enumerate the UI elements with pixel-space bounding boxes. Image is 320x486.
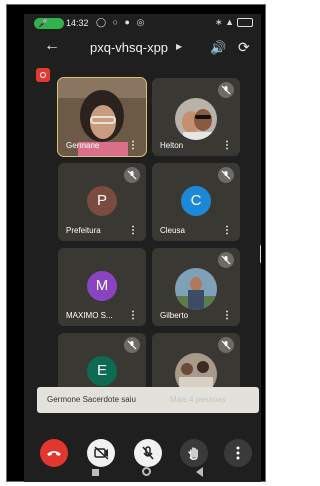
more-vert-icon[interactable]: ⋮ — [128, 225, 138, 236]
home-icon[interactable] — [142, 467, 151, 476]
status-bar: 🎤 14:32 ◯ ○ ● ◎ ∗ ▲ — [24, 14, 261, 34]
avatar: C — [181, 186, 211, 216]
camera-off-icon — [94, 446, 109, 460]
camera-toggle-button[interactable] — [87, 439, 115, 467]
avatar: E — [87, 356, 117, 386]
participant-photo — [175, 268, 217, 310]
mic-toggle-button[interactable] — [134, 439, 162, 467]
participant-tile[interactable]: C Cleusa ⋮ — [152, 163, 240, 241]
status-time: 14:32 — [66, 18, 89, 28]
chevron-right-icon[interactable]: ▶ — [176, 42, 182, 51]
more-vert-icon[interactable]: ⋮ — [128, 310, 138, 321]
participant-tile[interactable]: P Prefeitura ⋮ — [58, 163, 146, 241]
hand-icon — [188, 447, 198, 461]
raise-hand-button[interactable] — [180, 439, 208, 467]
record-icon — [36, 68, 50, 82]
participant-name: Cleusa — [160, 226, 185, 235]
android-nav-bar — [24, 466, 261, 482]
recent-apps-icon[interactable] — [92, 469, 99, 476]
mic-off-icon — [218, 167, 234, 183]
participant-tile[interactable]: M MAXIMO S... ⋮ — [58, 248, 146, 326]
more-vert-icon[interactable]: ⋮ — [222, 225, 232, 236]
hangup-button[interactable] — [40, 439, 68, 467]
notification-icons: ◯ ○ ● ◎ — [96, 17, 147, 27]
mic-off-icon — [124, 337, 140, 353]
back-arrow-icon[interactable]: ← — [44, 37, 60, 55]
participant-tile[interactable]: Helton ⋮ — [152, 78, 240, 156]
call-header: ← pxq-vhsq-xpp ▶ 🔊 ⟳ — [24, 36, 261, 62]
mic-off-icon — [218, 252, 234, 268]
participant-tile[interactable]: Germane ⋮ — [57, 77, 147, 157]
participant-photo — [175, 98, 217, 140]
battery-icon — [237, 18, 253, 28]
more-vert-icon[interactable]: ⋮ — [222, 310, 232, 321]
mic-off-icon — [124, 167, 140, 183]
more-options-button[interactable] — [224, 439, 252, 467]
mic-off-icon — [218, 337, 234, 353]
avatar: P — [87, 186, 117, 216]
mic-off-icon — [218, 82, 234, 98]
participant-name: MAXIMO S... — [66, 311, 113, 320]
camera-switch-icon[interactable]: ⟳ — [238, 39, 250, 56]
mic-icon: 🎤 — [38, 19, 48, 28]
system-icons: ∗ ▲ — [215, 17, 253, 28]
snackbar-message: Germone Sacerdote saiu — [47, 395, 136, 404]
more-vert-icon — [236, 446, 240, 460]
participant-name: Germane — [66, 141, 100, 150]
hangup-icon — [47, 451, 61, 456]
avatar: M — [87, 271, 117, 301]
speaker-icon[interactable]: 🔊 — [210, 40, 226, 56]
participant-tile[interactable]: Gilberto ⋮ — [152, 248, 240, 326]
scrollbar[interactable] — [260, 245, 261, 263]
snackbar: Germone Sacerdote saiu Mais 4 pessoas — [37, 387, 259, 413]
mic-active-pill: 🎤 — [34, 18, 64, 29]
more-vert-icon[interactable]: ⋮ — [128, 140, 138, 151]
mic-off-icon — [142, 446, 154, 460]
more-vert-icon[interactable]: ⋮ — [222, 140, 232, 151]
participant-name: Prefeitura — [66, 226, 101, 235]
back-triangle-icon[interactable] — [196, 467, 203, 477]
participant-name: Gilberto — [160, 311, 189, 320]
snackbar-action[interactable]: Mais 4 pessoas — [170, 395, 226, 404]
participant-name: Helton — [160, 141, 184, 150]
meeting-code[interactable]: pxq-vhsq-xpp — [90, 40, 168, 55]
